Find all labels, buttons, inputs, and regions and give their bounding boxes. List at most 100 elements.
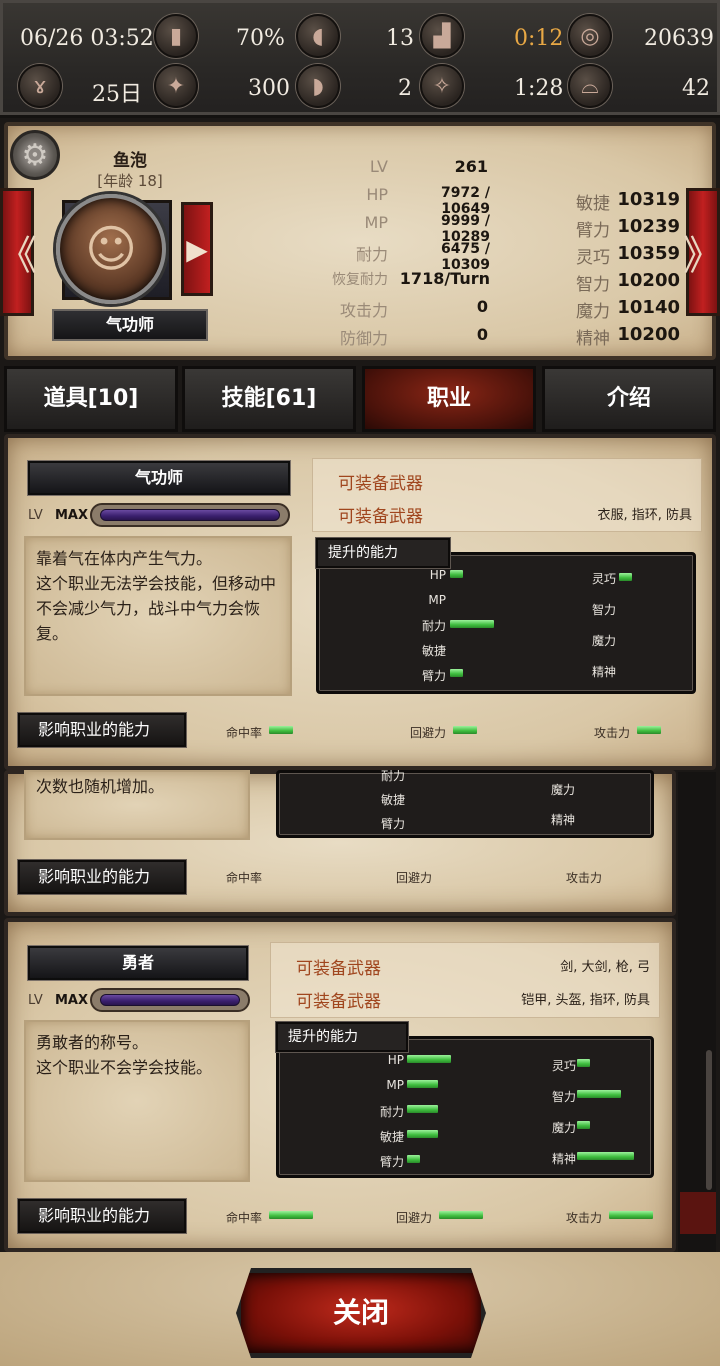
regen-value: 1718/Turn <box>399 269 490 288</box>
affect-evade-label: 回避力 <box>396 1211 433 1225</box>
affect-attack-bar <box>637 726 661 734</box>
affect-attack-label: 攻击力 <box>594 726 631 740</box>
mag-value: 10140 <box>617 297 680 318</box>
job-max-label: MAX <box>55 993 89 1008</box>
boost-stamina-label: 耐力 <box>379 1105 404 1119</box>
boost-str-label: 臂力 <box>421 669 446 683</box>
hp-label: HP <box>366 185 388 204</box>
boost-dex-bar <box>577 1059 590 1067</box>
job-max-label: MAX <box>55 508 89 523</box>
battery-icon: ▮ <box>154 14 198 58</box>
boost-dex-label: 灵巧 <box>552 1059 577 1073</box>
job-lv-label: LV <box>28 993 43 1008</box>
day-count: 25日 <box>92 82 142 107</box>
defense-value: 0 <box>476 325 488 344</box>
boost-mag-bar <box>577 1121 590 1129</box>
mag-label: 魔力 <box>576 302 610 322</box>
prev-character-button[interactable]: 《 <box>0 188 37 316</box>
affect-attack-label: 攻击力 <box>566 871 603 885</box>
spi-value: 10200 <box>617 324 680 345</box>
boost-agi-label: 敏捷 <box>379 1130 404 1144</box>
timer-bottom: 1:28 <box>514 76 564 101</box>
battery-percent: 70% <box>236 26 285 51</box>
affect-attack-bar <box>609 1211 653 1219</box>
spi-label: 精神 <box>576 329 610 349</box>
boost-mag-label: 魔力 <box>552 1121 577 1135</box>
affect-hit-bar <box>269 726 293 734</box>
job-name: 气功师 <box>28 461 290 495</box>
boost-mag-label: 魔力 <box>551 783 576 797</box>
affect-hit-label: 命中率 <box>226 726 263 740</box>
equip-weapon-label: 可装备武器 <box>296 959 381 979</box>
boost-str-bar <box>407 1155 420 1163</box>
fairy-boot-icon: ✧ <box>420 64 464 108</box>
boost-stamina-bar <box>407 1105 438 1113</box>
drumstick-count: 2 <box>398 76 412 101</box>
equip-armor-value: 衣服, 指环, 防具 <box>597 508 692 523</box>
boost-agi-bar <box>407 1130 438 1138</box>
equip-armor-value: 铠甲, 头盔, 指环, 防具 <box>521 993 650 1008</box>
scrollbar-end <box>680 1192 716 1234</box>
dex-label: 灵巧 <box>576 248 610 268</box>
boost-int-label: 智力 <box>552 1090 577 1104</box>
equip-armor-label: 可装备武器 <box>338 507 423 527</box>
job-level-bar <box>90 503 290 527</box>
next-character-button[interactable]: 》 <box>683 188 720 316</box>
dex-value: 10359 <box>617 243 680 264</box>
meat-count: 13 <box>386 26 414 51</box>
equip-weapon-value: 剑, 大剑, 枪, 弓 <box>560 960 650 975</box>
lv-value: 261 <box>454 157 488 176</box>
boost-dex-bar <box>619 573 632 581</box>
job-description: 靠着气在体内产生气力。 这个职业无法学会技能，但移动中不会减少气力，战斗中气力会… <box>24 536 292 696</box>
tab-skills[interactable]: 技能[61] <box>182 366 356 432</box>
boost-hp-bar <box>407 1055 451 1063</box>
boost-mp-bar <box>407 1080 438 1088</box>
boost-spi-label: 精神 <box>551 813 576 827</box>
boost-spi-label: 精神 <box>592 665 617 679</box>
boost-agi-label: 敏捷 <box>380 793 405 807</box>
int-value: 10200 <box>617 270 680 291</box>
scrollbar-thumb[interactable] <box>706 1050 712 1190</box>
coins-count: 20639 <box>644 26 714 51</box>
character-portrait[interactable]: ☺ <box>56 194 166 304</box>
affect-hit-label: 命中率 <box>226 1211 263 1225</box>
affect-evade-bar <box>439 1211 483 1219</box>
affect-title: 影响职业的能力 <box>18 1199 186 1233</box>
boot-icon: ▟ <box>420 14 464 58</box>
boost-dex-label: 灵巧 <box>592 572 617 586</box>
character-job: 气功师 <box>52 309 208 341</box>
tab-intro[interactable]: 介绍 <box>542 366 716 432</box>
equip-armor-label: 可装备武器 <box>296 992 381 1012</box>
close-button[interactable]: 关闭 <box>236 1268 486 1358</box>
tab-jobs[interactable]: 职业 <box>362 366 536 432</box>
timer-top: 0:12 <box>514 26 564 51</box>
boost-str-bar <box>450 669 463 677</box>
boost-str-label: 臂力 <box>380 817 405 831</box>
pot-count: 42 <box>682 76 710 101</box>
boost-title: 提升的能力 <box>316 538 450 568</box>
int-label: 智力 <box>576 275 610 295</box>
gear-icon[interactable]: ⚙ <box>10 130 60 180</box>
job-lv-label: LV <box>28 508 43 523</box>
attack-label: 攻击力 <box>339 301 388 320</box>
boost-mp-label: MP <box>428 593 446 607</box>
fairy-icon: ✦ <box>154 64 198 108</box>
tab-items[interactable]: 道具[10] <box>4 366 178 432</box>
str-label: 臂力 <box>576 221 610 241</box>
boost-hp-bar <box>450 570 463 578</box>
stamina-label: 耐力 <box>355 245 388 264</box>
drumstick-icon: ◗ <box>296 64 340 108</box>
affect-title: 影响职业的能力 <box>18 713 186 747</box>
job-name: 勇者 <box>28 946 248 980</box>
affect-title: 影响职业的能力 <box>18 860 186 894</box>
attack-value: 0 <box>476 297 488 316</box>
fairy-count: 300 <box>248 76 290 101</box>
agi-value: 10319 <box>617 189 680 210</box>
affect-evade-label: 回避力 <box>410 726 447 740</box>
pot-icon: ⌓ <box>568 64 612 108</box>
coins-icon: ◎ <box>568 14 612 58</box>
equip-weapon-label: 可装备武器 <box>338 474 423 494</box>
affect-evade-bar <box>453 726 477 734</box>
portrait-next-button[interactable]: ▶ <box>181 202 213 296</box>
boost-stamina-label: 耐力 <box>421 619 446 633</box>
